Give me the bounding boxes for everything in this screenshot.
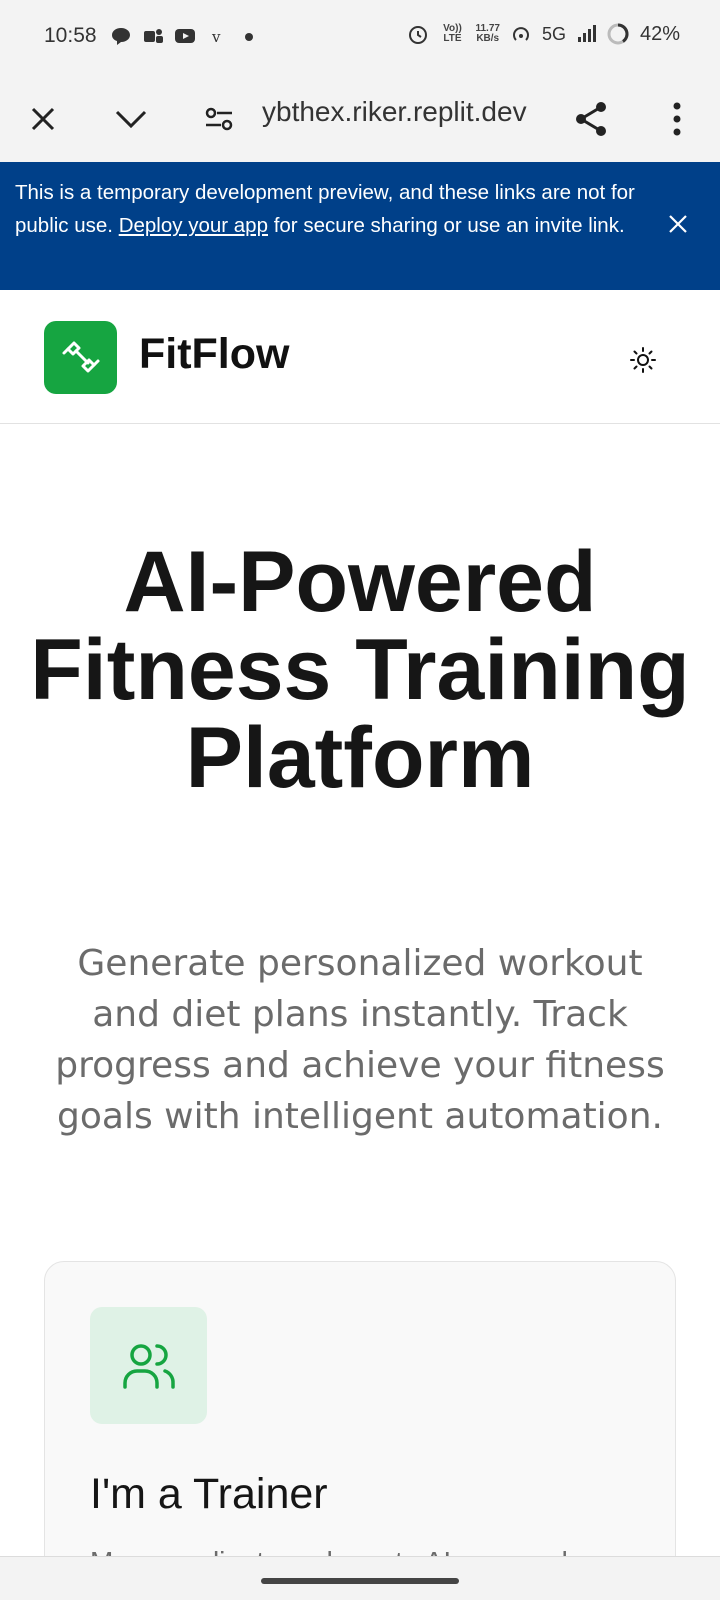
- status-bar: 10:58 v Vo)) LTE 11.77 KB/s 5G 42%: [0, 0, 720, 76]
- status-time: 10:58: [44, 24, 97, 47]
- banner-close-button[interactable]: [658, 204, 698, 244]
- close-icon: [669, 215, 687, 233]
- share-button[interactable]: [566, 94, 616, 144]
- battery-icon: [607, 23, 629, 45]
- deploy-app-link[interactable]: Deploy your app: [119, 214, 268, 237]
- hero-subtitle: Generate personalized workout and diet p…: [55, 943, 665, 1137]
- close-tab-button[interactable]: [18, 94, 68, 144]
- battery-level: 42%: [639, 22, 680, 45]
- theme-toggle-button[interactable]: [625, 342, 661, 378]
- chevron-down-icon: [115, 110, 147, 129]
- dev-preview-banner: This is a temporary development preview,…: [0, 162, 720, 290]
- network-speed: 11.77 KB/s: [475, 24, 499, 44]
- signal-icon: [577, 25, 596, 42]
- home-indicator[interactable]: [261, 1578, 459, 1584]
- banner-message: This is a temporary development preview,…: [15, 176, 655, 242]
- close-icon: [31, 107, 55, 131]
- chat-icon: [112, 28, 130, 45]
- banner-text-end: for secure sharing or use an invite link…: [268, 214, 625, 237]
- tune-icon: [205, 107, 233, 131]
- sun-icon: [630, 347, 656, 373]
- dot-icon: [245, 33, 253, 41]
- app-header: FitFlow: [0, 290, 720, 424]
- minimize-button[interactable]: [106, 94, 156, 144]
- share-icon: [576, 102, 606, 136]
- volte-label: Vo)) LTE: [443, 23, 462, 44]
- svg-text:v: v: [211, 28, 221, 46]
- youtube-icon: [175, 29, 195, 43]
- notification-icons: v: [110, 26, 260, 46]
- alarm-icon: [409, 26, 428, 44]
- more-options-button[interactable]: [652, 94, 702, 144]
- status-right: Vo)) LTE 11.77 KB/s 5G 42%: [407, 22, 680, 46]
- browser-toolbar: ybthex.riker.replit.dev: [0, 76, 720, 162]
- users-icon: [122, 1343, 175, 1389]
- card-icon-box: [90, 1307, 207, 1424]
- speed-unit: KB/s: [476, 33, 500, 44]
- url-bar[interactable]: ybthex.riker.replit.dev: [262, 96, 557, 128]
- more-vert-icon: [673, 102, 681, 136]
- brand-name[interactable]: FitFlow: [139, 330, 289, 379]
- trainer-card[interactable]: I'm a Trainer Manage clients and create …: [44, 1261, 676, 1600]
- hotspot-icon: [513, 27, 529, 41]
- gesture-nav-bar: [0, 1556, 720, 1600]
- site-settings-button[interactable]: [194, 94, 244, 144]
- teams-icon: [144, 29, 163, 43]
- v-icon: v: [211, 28, 221, 46]
- network-type: 5G: [541, 23, 566, 44]
- hero-title: AI-Powered Fitness Training Platform: [30, 534, 690, 806]
- dumbbell-icon: [62, 341, 99, 372]
- logo[interactable]: [44, 321, 117, 394]
- card-title: I'm a Trainer: [90, 1470, 328, 1518]
